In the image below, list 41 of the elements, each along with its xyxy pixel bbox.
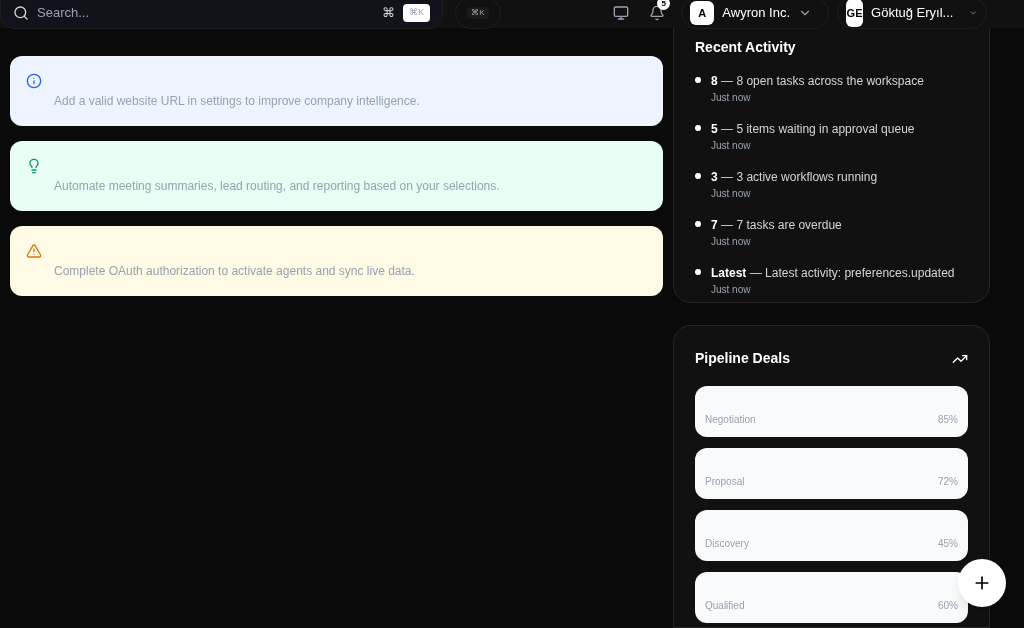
stage-percent: 72% <box>938 475 958 489</box>
add-button[interactable] <box>958 559 1006 607</box>
user-avatar: GE <box>846 0 864 27</box>
activity-text: 5 — 5 items waiting in approval queue <box>711 121 915 138</box>
workspace-name: Awyron Inc. <box>722 4 790 23</box>
user-menu[interactable]: GE Göktuğ Eryıl... <box>837 0 987 29</box>
shortcut-symbol: ⌘ <box>382 4 395 23</box>
notification-badge: 5 <box>657 0 671 10</box>
activity-time: Just now <box>711 235 752 249</box>
workspace-avatar: A <box>690 1 715 25</box>
activity-text: 8 — 8 open tasks across the workspace <box>711 73 924 90</box>
alert-text: Automate meeting summaries, lead routing, and reporting based on your selections. <box>54 178 500 195</box>
lightbulb-icon <box>26 158 42 174</box>
activity-time: Just now <box>711 187 752 201</box>
stage-name: Discovery <box>705 537 749 551</box>
shortcut-key: ⌘K <box>403 4 430 22</box>
alert-text: Complete OAuth authorization to activate agents and sync live data. <box>54 263 415 280</box>
search-input[interactable]: Search... <box>37 3 374 23</box>
stage-name: Qualified <box>705 599 745 613</box>
stage-percent: 85% <box>938 413 958 427</box>
activity-time: Just now <box>711 139 752 153</box>
search-icon <box>13 5 29 21</box>
activity-time: Just now <box>711 91 752 105</box>
stage-name: Proposal <box>705 475 745 489</box>
activity-text: 3 — 3 active workflows running <box>711 169 878 186</box>
user-name: Göktuğ Eryıl... <box>871 4 954 23</box>
warning-icon <box>26 243 42 259</box>
stage-percent: 60% <box>938 599 958 613</box>
card-title: Pipeline Deals <box>695 349 790 368</box>
card-title: Recent Activity <box>695 38 797 57</box>
stage-name: Negotiation <box>705 413 756 427</box>
activity-time: Just now <box>711 283 752 297</box>
activity-text: Latest — Latest activity: preferences.updated <box>711 265 955 282</box>
alert-text: Add a valid website URL in settings to improve company intelligence. <box>54 93 420 110</box>
workspace-selector[interactable]: A Awyron Inc. <box>681 0 829 29</box>
info-icon <box>26 73 42 89</box>
stage-percent: 45% <box>938 537 958 551</box>
activity-text: 7 — 7 tasks are overdue <box>711 217 842 234</box>
search-field[interactable]: Search... ⌘ ⌘K <box>0 0 443 29</box>
bell-icon[interactable] <box>649 5 666 21</box>
monitor-icon[interactable] <box>613 5 630 21</box>
